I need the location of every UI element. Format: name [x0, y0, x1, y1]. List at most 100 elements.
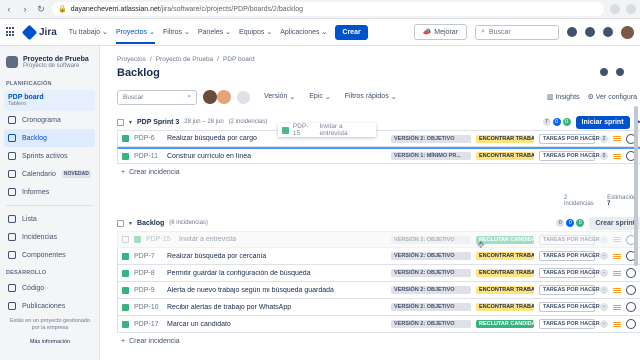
row-checkbox[interactable] — [122, 236, 129, 243]
scrollbar[interactable] — [634, 106, 638, 266]
add-people-icon[interactable] — [237, 90, 250, 104]
menu-projects[interactable]: Proyectos ⌄ — [115, 20, 155, 44]
sidebar-item-components[interactable]: Componentes — [0, 246, 99, 264]
menu-your-work[interactable]: Tu trabajo ⌄ — [69, 28, 108, 37]
issue-summary[interactable]: Recibir alertas de trabajo por WhatsApp — [167, 304, 386, 311]
issue-key[interactable]: PDP-10 — [134, 304, 162, 311]
assignee-icon[interactable] — [626, 285, 636, 295]
settings-icon[interactable] — [603, 27, 613, 37]
version-filter[interactable]: Versión ⌄ — [264, 93, 295, 101]
create-issue-button[interactable]: + Crear incidencia — [117, 333, 640, 349]
table-row[interactable]: PDP-10 Recibir alertas de trabajo por Wh… — [117, 299, 640, 316]
breadcrumb-projects[interactable]: Proyectos — [117, 56, 146, 63]
menu-apps[interactable]: Aplicaciones ⌄ — [280, 28, 327, 37]
share-icon[interactable] — [600, 68, 608, 76]
status-dropdown[interactable]: TAREAS POR HACER⌄ — [539, 234, 604, 245]
backlog-checkbox[interactable] — [117, 219, 124, 227]
issue-summary[interactable]: Construir currículo en línea — [167, 153, 386, 160]
status-dropdown[interactable]: TAREAS POR HACER⌄ — [539, 133, 604, 144]
user-avatar[interactable] — [621, 25, 634, 39]
story-points[interactable]: - — [600, 269, 608, 277]
view-settings-button[interactable]: ⚙ Ver configura — [588, 93, 637, 101]
profile-icon[interactable] — [626, 4, 636, 14]
jira-logo[interactable]: Jira — [21, 24, 57, 40]
assignee-icon[interactable] — [626, 302, 636, 312]
backlog-header[interactable]: ▾ Backlog (6 incidencias) 0 0 0 Crear sp… — [117, 215, 640, 231]
more-info-link[interactable]: Más información — [6, 339, 94, 346]
drag-preview-card[interactable]: PDP-15 Invitar a entrevista — [278, 123, 376, 137]
avatar[interactable] — [203, 90, 217, 104]
sidebar-item-list[interactable]: Lista — [0, 210, 99, 228]
issue-key[interactable]: PDP-7 — [134, 253, 162, 260]
sidebar-item-active-sprints[interactable]: Sprints activos — [0, 147, 99, 165]
issue-key[interactable]: PDP-8 — [134, 270, 162, 277]
breadcrumb-board[interactable]: PDP board — [223, 56, 255, 63]
table-row[interactable]: PDP-11 Construir currículo en línea VERS… — [117, 147, 640, 164]
issue-key[interactable]: PDP-17 — [134, 321, 162, 328]
table-row[interactable]: PDP-9 Alerta de nuevo trabajo según mi b… — [117, 282, 640, 299]
global-search-input[interactable]: ⌕ Buscar — [475, 24, 559, 40]
epic-filter[interactable]: Epic ⌄ — [309, 93, 331, 101]
assignee-icon[interactable] — [626, 268, 636, 278]
issue-key[interactable]: PDP-9 — [134, 287, 162, 294]
status-dropdown[interactable]: TAREAS POR HACER⌄ — [539, 302, 604, 312]
issue-summary[interactable]: Marcar un candidato — [167, 321, 386, 328]
back-icon[interactable]: ‹ — [4, 4, 14, 14]
story-points[interactable]: 2 — [600, 134, 608, 143]
menu-filters[interactable]: Filtros ⌄ — [163, 28, 190, 37]
issue-key[interactable]: PDP-6 — [134, 135, 162, 142]
status-dropdown[interactable]: TAREAS POR HACER⌄ — [539, 285, 604, 295]
issue-summary[interactable]: Permitir guardar la configuración de bús… — [167, 270, 386, 277]
project-header[interactable]: Proyecto de Prueba Proyecto de software — [0, 46, 99, 75]
table-row-dragging[interactable]: PDP-15 Invitar a entrevista VERSIÓN 2: O… — [117, 231, 640, 248]
chevron-down-icon[interactable]: ▾ — [129, 220, 132, 227]
create-button[interactable]: Crear — [335, 24, 368, 40]
insights-button[interactable]: ▥ Insights — [547, 93, 580, 101]
status-dropdown[interactable]: TAREAS POR HACER⌄ — [539, 251, 604, 261]
status-dropdown[interactable]: TAREAS POR HACER⌄ — [539, 268, 604, 278]
backlog-search-input[interactable]: Buscar ⌕ — [117, 89, 197, 105]
create-sprint-button[interactable]: Crear sprint — [589, 216, 640, 230]
story-points[interactable]: 5 — [600, 152, 608, 160]
story-points[interactable]: - — [600, 235, 608, 244]
story-points[interactable]: - — [600, 286, 608, 294]
sidebar-item-reports[interactable]: Informes — [0, 183, 99, 201]
menu-teams[interactable]: Equipos ⌄ — [239, 28, 272, 37]
menu-dashboards[interactable]: Paneles ⌄ — [198, 28, 231, 37]
status-dropdown[interactable]: TAREAS POR HACER⌄ — [539, 319, 604, 329]
table-row[interactable]: PDP-7 Realizar búsqueda por cercanía VER… — [117, 248, 640, 265]
assignee-icon[interactable] — [626, 319, 636, 329]
reload-icon[interactable]: ↻ — [36, 4, 46, 15]
issue-summary[interactable]: Invitar a entrevista — [179, 236, 386, 243]
chevron-down-icon[interactable]: ▾ — [129, 119, 132, 126]
sidebar-item-code[interactable]: Código — [0, 279, 99, 297]
sidebar-item-issues[interactable]: Incidencias — [0, 228, 99, 246]
help-icon[interactable] — [585, 27, 595, 37]
issue-key[interactable]: PDP-11 — [134, 153, 162, 160]
issue-summary[interactable]: Realizar búsqueda por cercanía — [167, 253, 386, 260]
table-row[interactable]: PDP-17 Marcar un candidato VERSIÓN 2: OB… — [117, 316, 640, 333]
sprint-checkbox[interactable] — [117, 118, 124, 126]
notifications-icon[interactable] — [567, 27, 577, 37]
story-points[interactable]: - — [600, 303, 608, 311]
sidebar-item-backlog[interactable]: Backlog — [4, 129, 95, 147]
table-row[interactable]: PDP-8 Permitir guardar la configuración … — [117, 265, 640, 282]
app-switcher-icon[interactable] — [6, 27, 16, 37]
story-points[interactable]: - — [600, 320, 608, 328]
sidebar-item-releases[interactable]: Publicaciones — [0, 297, 99, 315]
sidebar-item-timeline[interactable]: Cronograma — [0, 111, 99, 129]
story-points[interactable]: - — [600, 252, 608, 260]
create-issue-button[interactable]: + Crear incidencia — [117, 164, 640, 180]
forward-icon[interactable]: › — [20, 4, 30, 14]
issue-key[interactable]: PDP-15 — [146, 236, 174, 243]
breadcrumb-project[interactable]: Proyecto de Prueba — [156, 56, 213, 63]
board-selector[interactable]: PDP board Tablero — [4, 90, 95, 111]
table-row[interactable]: PDP-6 Realizar búsqueda por cargo VERSIÓ… — [117, 130, 640, 147]
quick-filters[interactable]: Filtros rápidos ⌄ — [345, 93, 397, 101]
address-bar[interactable]: 🔒 dayanecheverri.atlassian.net/jira/soft… — [52, 2, 604, 16]
avatar[interactable] — [217, 90, 231, 104]
issue-summary[interactable]: Alerta de nuevo trabajo según mi búsqued… — [167, 287, 386, 294]
extension-icon[interactable] — [610, 4, 620, 14]
more-options-icon[interactable] — [616, 68, 624, 76]
status-dropdown[interactable]: TAREAS POR HACER⌄ — [539, 151, 604, 161]
